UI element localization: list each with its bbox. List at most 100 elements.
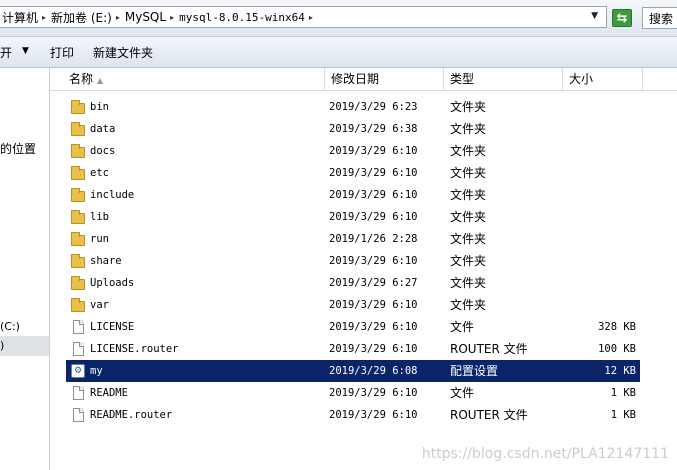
folder-icon [70,99,86,115]
column-header-date[interactable]: 修改日期 [325,68,444,90]
file-date-modified: 2019/3/29 6:23 [329,101,418,113]
breadcrumb-arrow-icon[interactable]: ▸ [114,13,123,22]
nav-item-drive-e[interactable]: ) [0,339,4,352]
file-date-modified: 2019/3/29 6:27 [329,277,418,289]
folder-icon [70,275,86,291]
file-name: etc [90,167,109,179]
open-dropdown-icon[interactable]: ▼ [22,46,29,56]
file-icon [70,341,86,357]
file-type: 文件夹 [450,144,487,158]
file-date-modified: 2019/3/29 6:10 [329,167,418,179]
folder-icon-glyph [71,100,85,114]
open-button[interactable]: 开 [0,44,12,61]
file-row[interactable]: var 2019/3/29 6:10 文件夹 [66,294,640,316]
folder-icon-glyph [71,210,85,224]
breadcrumb-arrow-icon[interactable]: ▸ [307,13,316,22]
file-size: 1 KB [610,387,636,399]
file-icon [70,319,86,335]
file-row[interactable]: lib 2019/3/29 6:10 文件夹 [66,206,640,228]
folder-icon [70,231,86,247]
file-row[interactable]: etc 2019/3/29 6:10 文件夹 [66,162,640,184]
file-row[interactable]: ⚙ my 2019/3/29 6:08 配置设置 12 KB [66,360,640,382]
navigation-pane[interactable]: 的位置 (C:) ) [0,68,50,470]
file-icon-glyph [73,320,84,334]
folder-icon-glyph [71,188,85,202]
breadcrumb-label: MySQL [124,10,167,24]
file-name: data [90,123,116,135]
file-date-modified: 2019/3/29 6:10 [329,255,418,267]
column-header-label: 大小 [569,72,594,86]
file-date-modified: 2019/3/29 6:10 [329,211,418,223]
breadcrumb-current-folder[interactable]: mysql-8.0.15-winx64 ▸ [177,11,316,24]
folder-icon [70,187,86,203]
nav-item-recent-places[interactable]: 的位置 [0,140,36,157]
file-type: 文件夹 [450,276,487,290]
breadcrumb-arrow-icon[interactable]: ▸ [40,13,49,22]
folder-icon-glyph [71,232,85,246]
folder-icon-glyph [71,298,85,312]
file-row[interactable]: LICENSE.router 2019/3/29 6:10 ROUTER 文件 100… [66,338,640,360]
file-name: include [90,189,135,201]
file-row[interactable]: include 2019/3/29 6:10 文件夹 [66,184,640,206]
column-header-size[interactable]: 大小 [563,68,643,90]
file-size: 328 KB [598,321,636,333]
file-row[interactable]: docs 2019/3/29 6:10 文件夹 [66,140,640,162]
file-type: 文件夹 [450,188,487,202]
folder-icon [70,297,86,313]
file-size: 100 KB [598,343,636,355]
file-icon [70,407,86,423]
address-bar: 计算机 ▸ 新加卷 (E:) ▸ MySQL ▸ mysql-8.0.15-wi… [0,0,677,37]
refresh-button[interactable]: ⇆ [612,9,632,27]
breadcrumb-mysql[interactable]: MySQL ▸ [123,10,177,24]
column-header-type[interactable]: 类型 [444,68,563,90]
file-row[interactable]: README 2019/3/29 6:10 文件 1 KB [66,382,640,404]
breadcrumb-drive[interactable]: 新加卷 (E:) ▸ [49,9,123,26]
file-date-modified: 2019/3/29 6:10 [329,343,418,355]
file-date-modified: 2019/3/29 6:10 [329,145,418,157]
file-row[interactable]: LICENSE 2019/3/29 6:10 文件 328 KB [66,316,640,338]
file-type: ROUTER 文件 [450,342,528,356]
file-icon-glyph [73,386,84,400]
file-name: README [90,387,128,399]
config-file-icon-glyph: ⚙ [71,364,85,378]
file-size: 1 KB [610,409,636,421]
file-type: 文件 [450,320,475,334]
folder-icon [70,121,86,137]
file-type: 文件夹 [450,166,487,180]
file-row[interactable]: Uploads 2019/3/29 6:27 文件夹 [66,272,640,294]
folder-icon-glyph [71,122,85,136]
file-type: 文件 [450,386,475,400]
folder-icon [70,209,86,225]
nav-item-drive-c[interactable]: (C:) [0,320,20,333]
column-header-name[interactable]: 名称 ▲ [63,68,325,90]
file-date-modified: 2019/3/29 6:10 [329,321,418,333]
file-name: docs [90,145,116,157]
breadcrumb-computer[interactable]: 计算机 ▸ [0,9,49,26]
search-input[interactable]: 搜索 [642,7,677,29]
address-field[interactable]: 计算机 ▸ 新加卷 (E:) ▸ MySQL ▸ mysql-8.0.15-wi… [0,6,607,28]
file-date-modified: 2019/1/26 2:28 [329,233,418,245]
file-name: README.router [90,409,173,421]
new-folder-button[interactable]: 新建文件夹 [93,44,153,61]
file-name: share [90,255,122,267]
file-date-modified: 2019/3/29 6:10 [329,189,418,201]
print-button[interactable]: 打印 [50,44,74,61]
address-history-dropdown-icon[interactable]: ▼ [591,11,598,21]
file-row[interactable]: data 2019/3/29 6:38 文件夹 [66,118,640,140]
file-name: my [90,365,103,377]
file-icon [70,385,86,401]
file-type: ROUTER 文件 [450,408,528,422]
file-row[interactable]: bin 2019/3/29 6:23 文件夹 [66,96,640,118]
breadcrumb-label: mysql-8.0.15-winx64 [179,10,305,24]
folder-icon-glyph [71,276,85,290]
folder-icon [70,165,86,181]
file-row[interactable]: share 2019/3/29 6:10 文件夹 [66,250,640,272]
file-name: LICENSE [90,321,135,333]
file-row[interactable]: README.router 2019/3/29 6:10 ROUTER 文件 1 KB [66,404,640,426]
folder-icon-glyph [71,144,85,158]
file-name: var [90,299,109,311]
folder-icon-glyph [71,254,85,268]
file-row[interactable]: run 2019/1/26 2:28 文件夹 [66,228,640,250]
breadcrumb-arrow-icon[interactable]: ▸ [168,13,177,22]
file-name: Uploads [90,277,135,289]
